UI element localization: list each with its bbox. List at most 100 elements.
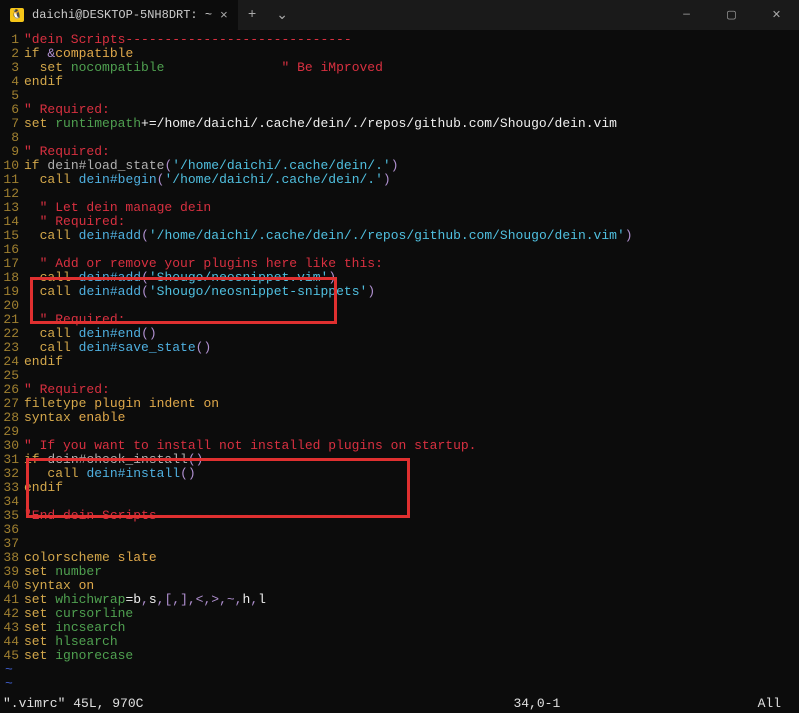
- line-number: 11: [0, 173, 24, 187]
- line-number: 25: [0, 369, 24, 383]
- code-line[interactable]: 42set cursorline: [0, 607, 799, 621]
- code-content: call dein#add('Shougo/neosnippet-snippet…: [24, 285, 375, 299]
- close-button[interactable]: ✕: [754, 0, 799, 30]
- line-number: 42: [0, 607, 24, 621]
- line-number: 5: [0, 89, 24, 103]
- line-number: 41: [0, 593, 24, 607]
- code-content: " Let dein manage dein: [24, 201, 211, 215]
- code-line[interactable]: 12: [0, 187, 799, 201]
- code-line[interactable]: 9" Required:: [0, 145, 799, 159]
- code-line[interactable]: 39set number: [0, 565, 799, 579]
- code-content: set whichwrap=b,s,[,],<,>,~,h,l: [24, 593, 266, 607]
- line-number: 19: [0, 285, 24, 299]
- code-line[interactable]: 8: [0, 131, 799, 145]
- code-line[interactable]: 15 call dein#add('/home/daichi/.cache/de…: [0, 229, 799, 243]
- code-line[interactable]: 37: [0, 537, 799, 551]
- code-content: "dein Scripts---------------------------…: [24, 33, 352, 47]
- close-tab-button[interactable]: ×: [220, 8, 228, 23]
- line-number: 35: [0, 509, 24, 523]
- code-line[interactable]: 5: [0, 89, 799, 103]
- code-content: endif: [24, 75, 63, 89]
- code-line[interactable]: 16: [0, 243, 799, 257]
- line-number: 12: [0, 187, 24, 201]
- code-content: " Required:: [24, 383, 110, 397]
- code-line[interactable]: 33endif: [0, 481, 799, 495]
- code-content: if dein#check_install(): [24, 453, 203, 467]
- line-number: 14: [0, 215, 24, 229]
- line-number: 22: [0, 327, 24, 341]
- editor-area[interactable]: 1"dein Scripts--------------------------…: [0, 30, 799, 694]
- code-line[interactable]: 18 call dein#add('Shougo/neosnippet.vim'…: [0, 271, 799, 285]
- tux-icon: 🐧: [10, 8, 24, 22]
- code-line[interactable]: 1"dein Scripts--------------------------…: [0, 33, 799, 47]
- code-line[interactable]: 2if &compatible: [0, 47, 799, 61]
- code-content: " Add or remove your plugins here like t…: [24, 257, 383, 271]
- terminal-tab[interactable]: 🐧 daichi@DESKTOP-5NH8DRT: ~ ×: [0, 0, 238, 30]
- code-line[interactable]: 24endif: [0, 355, 799, 369]
- code-line[interactable]: 7set runtimepath+=/home/daichi/.cache/de…: [0, 117, 799, 131]
- line-number: 29: [0, 425, 24, 439]
- code-line[interactable]: 26" Required:: [0, 383, 799, 397]
- line-number: 9: [0, 145, 24, 159]
- code-line[interactable]: 6" Required:: [0, 103, 799, 117]
- code-content: set incsearch: [24, 621, 125, 635]
- code-content: " Required:: [24, 313, 125, 327]
- new-tab-button[interactable]: +: [238, 7, 266, 23]
- empty-line-tilde: ~: [0, 663, 13, 677]
- code-line[interactable]: 34: [0, 495, 799, 509]
- code-line[interactable]: 31if dein#check_install(): [0, 453, 799, 467]
- code-line[interactable]: 4endif: [0, 75, 799, 89]
- minimize-button[interactable]: —: [664, 0, 709, 30]
- code-line[interactable]: 13 " Let dein manage dein: [0, 201, 799, 215]
- line-number: 43: [0, 621, 24, 635]
- line-number: 17: [0, 257, 24, 271]
- line-number: 1: [0, 33, 24, 47]
- code-content: " Required:: [24, 215, 125, 229]
- code-line[interactable]: 21 " Required:: [0, 313, 799, 327]
- code-line[interactable]: 14 " Required:: [0, 215, 799, 229]
- line-number: 45: [0, 649, 24, 663]
- line-number: 27: [0, 397, 24, 411]
- code-line[interactable]: 25: [0, 369, 799, 383]
- line-number: 3: [0, 61, 24, 75]
- tab-dropdown-button[interactable]: ⌄: [266, 7, 298, 24]
- code-line[interactable]: 19 call dein#add('Shougo/neosnippet-snip…: [0, 285, 799, 299]
- code-line[interactable]: 30" If you want to install not installed…: [0, 439, 799, 453]
- code-content: if dein#load_state('/home/daichi/.cache/…: [24, 159, 399, 173]
- code-content: " If you want to install not installed p…: [24, 439, 476, 453]
- code-content: call dein#install(): [24, 467, 196, 481]
- code-line[interactable]: 29: [0, 425, 799, 439]
- code-line[interactable]: 28syntax enable: [0, 411, 799, 425]
- line-number: 15: [0, 229, 24, 243]
- status-scroll: All: [758, 696, 796, 711]
- empty-line-tilde: ~: [0, 677, 13, 691]
- code-line[interactable]: 43set incsearch: [0, 621, 799, 635]
- line-number: 37: [0, 537, 24, 551]
- code-line[interactable]: 17 " Add or remove your plugins here lik…: [0, 257, 799, 271]
- code-line[interactable]: 45set ignorecase: [0, 649, 799, 663]
- code-line[interactable]: 20: [0, 299, 799, 313]
- code-content: call dein#begin('/home/daichi/.cache/dei…: [24, 173, 391, 187]
- code-line[interactable]: 22 call dein#end(): [0, 327, 799, 341]
- code-line[interactable]: 41set whichwrap=b,s,[,],<,>,~,h,l: [0, 593, 799, 607]
- code-line[interactable]: 38colorscheme slate: [0, 551, 799, 565]
- code-line[interactable]: 10if dein#load_state('/home/daichi/.cach…: [0, 159, 799, 173]
- code-line[interactable]: 40syntax on: [0, 579, 799, 593]
- code-content: if &compatible: [24, 47, 133, 61]
- code-content: syntax enable: [24, 411, 125, 425]
- code-content: colorscheme slate: [24, 551, 157, 565]
- code-line[interactable]: 23 call dein#save_state(): [0, 341, 799, 355]
- code-line[interactable]: 11 call dein#begin('/home/daichi/.cache/…: [0, 173, 799, 187]
- code-line[interactable]: 32 call dein#install(): [0, 467, 799, 481]
- code-content: endif: [24, 355, 63, 369]
- maximize-button[interactable]: ▢: [709, 0, 754, 30]
- code-content: " Required:: [24, 145, 110, 159]
- code-line[interactable]: 36: [0, 523, 799, 537]
- status-position: 34,0-1: [513, 696, 560, 711]
- code-content: set cursorline: [24, 607, 133, 621]
- code-line[interactable]: 35"End dein Scripts---------------------…: [0, 509, 799, 523]
- code-content: filetype plugin indent on: [24, 397, 219, 411]
- code-line[interactable]: 27filetype plugin indent on: [0, 397, 799, 411]
- code-line[interactable]: 3 set nocompatible " Be iMproved: [0, 61, 799, 75]
- code-line[interactable]: 44set hlsearch: [0, 635, 799, 649]
